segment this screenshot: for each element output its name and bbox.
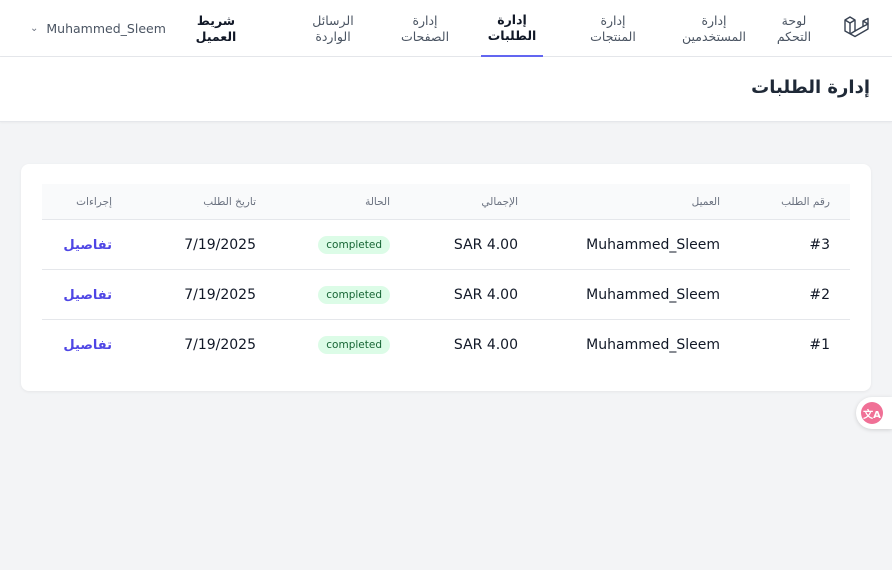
page-header: إدارة الطلبات <box>0 57 892 122</box>
laravel-logo-icon[interactable] <box>840 12 872 44</box>
order-id: #2 <box>809 287 830 303</box>
user-name: Muhammed_Sleem <box>46 21 166 36</box>
nav-inbox[interactable]: الرسائل الواردة <box>302 0 364 57</box>
page-title: إدارة الطلبات <box>751 77 870 98</box>
order-id: #3 <box>809 237 830 253</box>
nav-products[interactable]: إدارة المنتجات <box>582 0 644 57</box>
order-date: 7/19/2025 <box>184 337 256 353</box>
nav-customer-bar[interactable]: شريط العميل <box>190 0 242 57</box>
table-row: #1 Muhammed_Sleem SAR 4.00 completed 7/1… <box>42 320 850 370</box>
status-badge: completed <box>318 286 390 304</box>
order-status-cell: completed <box>318 220 390 270</box>
order-id: #1 <box>809 337 830 353</box>
details-link[interactable]: تفاصيل <box>63 338 112 353</box>
table-row: #2 Muhammed_Sleem SAR 4.00 completed 7/1… <box>42 270 850 320</box>
order-status-cell: completed <box>318 320 390 370</box>
order-actions-cell: تفاصيل <box>63 220 112 270</box>
order-customer: Muhammed_Sleem <box>586 237 720 253</box>
order-date: 7/19/2025 <box>184 237 256 253</box>
details-link[interactable]: تفاصيل <box>63 288 112 303</box>
order-total: SAR 4.00 <box>453 287 518 303</box>
header-total: الإجمالي <box>481 196 518 208</box>
order-total: SAR 4.00 <box>453 337 518 353</box>
status-badge: completed <box>318 236 390 254</box>
status-badge: completed <box>318 336 390 354</box>
top-navbar: لوحة التحكم إدارة المستخدمين إدارة المنت… <box>0 0 892 57</box>
order-customer: Muhammed_Sleem <box>586 287 720 303</box>
orders-table: رقم الطلب العميل الإجمالي الحالة تاريخ ا… <box>42 184 850 370</box>
table-header: رقم الطلب العميل الإجمالي الحالة تاريخ ا… <box>42 184 850 220</box>
nav-dashboard[interactable]: لوحة التحكم <box>772 0 816 57</box>
order-actions-cell: تفاصيل <box>63 270 112 320</box>
details-link[interactable]: تفاصيل <box>63 238 112 253</box>
translate-icon: 文A <box>861 402 883 424</box>
header-order-id: رقم الطلب <box>781 196 830 208</box>
order-total: SAR 4.00 <box>453 237 518 253</box>
order-status-cell: completed <box>318 270 390 320</box>
nav-pages[interactable]: إدارة الصفحات <box>394 0 456 57</box>
chevron-down-icon: ⌄ <box>30 23 39 34</box>
header-date: تاريخ الطلب <box>203 196 256 208</box>
nav-orders[interactable]: إدارة الطلبات <box>481 0 543 57</box>
header-customer: العميل <box>691 196 720 208</box>
table-row: #3 Muhammed_Sleem SAR 4.00 completed 7/1… <box>42 220 850 270</box>
header-actions: إجراءات <box>76 196 112 208</box>
order-date: 7/19/2025 <box>184 287 256 303</box>
order-customer: Muhammed_Sleem <box>586 337 720 353</box>
header-status: الحالة <box>365 196 390 208</box>
order-actions-cell: تفاصيل <box>63 320 112 370</box>
orders-card: رقم الطلب العميل الإجمالي الحالة تاريخ ا… <box>21 164 871 391</box>
user-menu[interactable]: ⌄ Muhammed_Sleem <box>30 0 166 57</box>
nav-users[interactable]: إدارة المستخدمين <box>676 0 752 57</box>
translate-button[interactable]: 文A <box>856 397 892 429</box>
